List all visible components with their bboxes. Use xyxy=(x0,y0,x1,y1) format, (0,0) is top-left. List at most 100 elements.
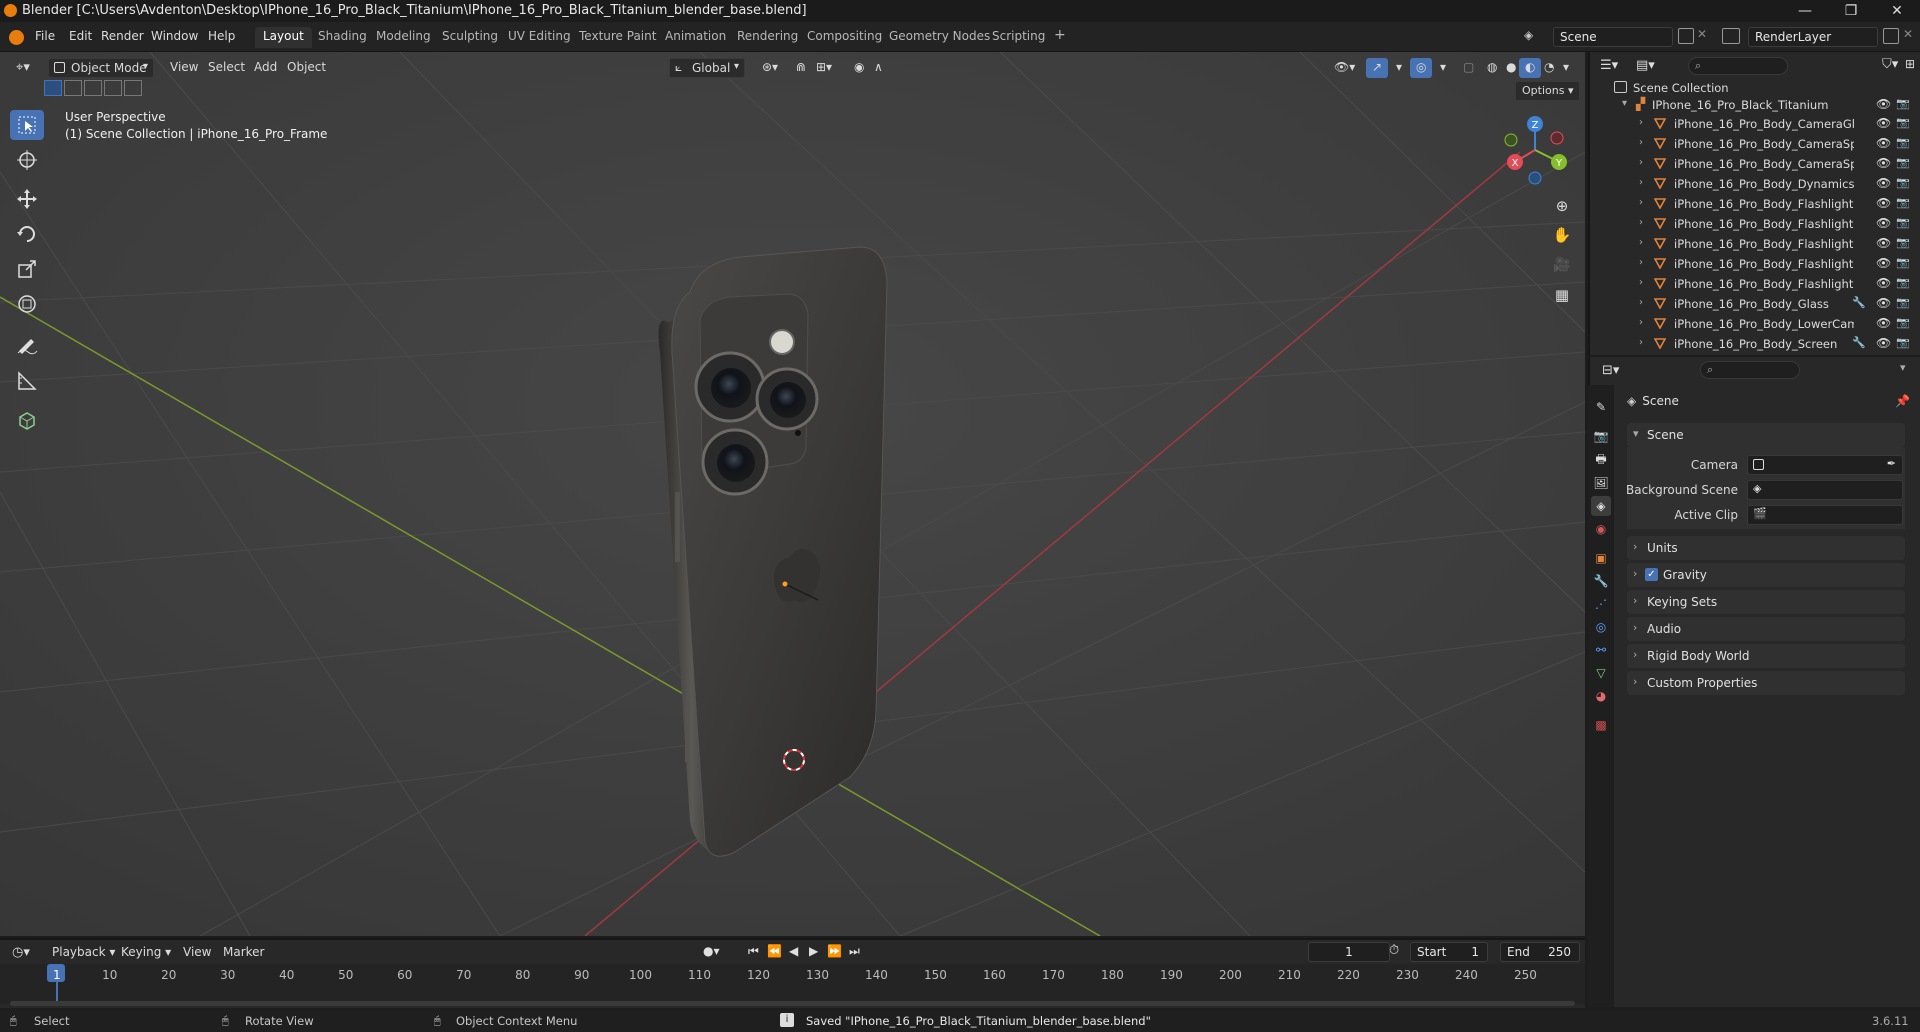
eye-icon[interactable]: 👁 xyxy=(1876,196,1891,210)
expand-chevron-icon[interactable]: › xyxy=(1639,277,1643,288)
outliner-object-row[interactable]: › iPhone_16_Pro_Body_CameraSphere 👁 📷 xyxy=(1590,154,1920,174)
new-view-layer-icon[interactable] xyxy=(1883,28,1899,44)
tab-scripting[interactable]: Scripting xyxy=(984,27,1053,48)
display-mode-icon[interactable]: ▤▾ xyxy=(1636,58,1655,73)
gravity-panel-header[interactable]: › ✓ Gravity xyxy=(1627,563,1905,587)
background-scene-field[interactable]: ◈ xyxy=(1747,480,1903,500)
preview-range-icon[interactable]: ⏱ xyxy=(1389,943,1399,958)
3d-viewport[interactable] xyxy=(0,52,1585,936)
constraints-tab-icon[interactable]: ⚯ xyxy=(1591,640,1611,660)
camera-icon[interactable]: 📷 xyxy=(1896,236,1910,249)
eye-icon[interactable]: 👁 xyxy=(1876,136,1891,150)
snap-target-icon[interactable]: ⊞▾ xyxy=(810,58,838,78)
eye-icon[interactable]: 👁 xyxy=(1876,256,1891,270)
eye-icon[interactable]: 👁 xyxy=(1876,316,1891,330)
select-new-icon[interactable] xyxy=(44,80,62,96)
keying-sets-panel-header[interactable]: › Keying Sets xyxy=(1627,590,1905,614)
expand-chevron-icon[interactable]: › xyxy=(1639,337,1643,348)
scale-tool[interactable] xyxy=(10,254,44,284)
jump-keyframe-forward-icon[interactable]: ⏩ xyxy=(827,944,842,958)
pan-hand-icon[interactable]: ✋ xyxy=(1548,221,1576,249)
rigid-body-world-panel-header[interactable]: › Rigid Body World xyxy=(1627,644,1905,668)
transform-tool[interactable] xyxy=(10,289,44,319)
new-scene-icon[interactable] xyxy=(1678,28,1694,44)
camera-icon[interactable]: 📷 xyxy=(1896,176,1910,189)
camera-icon[interactable]: 📷 xyxy=(1896,196,1910,209)
move-tool[interactable] xyxy=(10,184,44,214)
select-intersect-icon[interactable] xyxy=(124,80,142,96)
current-frame-field[interactable]: 1 xyxy=(1308,942,1390,962)
options-dropdown[interactable]: Options ▾ xyxy=(1515,81,1581,101)
eye-icon[interactable]: 👁 xyxy=(1876,97,1891,111)
cursor-tool[interactable] xyxy=(10,145,44,175)
outliner-object-row[interactable]: › iPhone_16_Pro_Body_Dynamics 👁 📷 xyxy=(1590,174,1920,194)
overlay-toggle-icon[interactable]: ◎ xyxy=(1410,58,1433,78)
tab-geometry-nodes[interactable]: Geometry Nodes xyxy=(881,27,998,48)
play-reverse-icon[interactable]: ◀ xyxy=(789,944,798,958)
menu-view[interactable]: View xyxy=(164,58,204,78)
tool-tab-icon[interactable]: ✎ xyxy=(1591,397,1611,417)
menu-window[interactable]: Window xyxy=(151,29,198,43)
camera-icon[interactable]: 📷 xyxy=(1896,336,1910,349)
camera-icon[interactable]: 📷 xyxy=(1896,276,1910,289)
tab-rendering[interactable]: Rendering xyxy=(729,27,806,48)
collapse-chevron-icon[interactable]: ▾ xyxy=(1622,98,1627,109)
scene-name-field[interactable]: Scene xyxy=(1553,27,1673,47)
outliner-object-row[interactable]: › iPhone_16_Pro_Body_FlashlightGlas 👁 📷 xyxy=(1590,234,1920,254)
close-button[interactable]: ✕ xyxy=(1874,0,1920,22)
menu-select[interactable]: Select xyxy=(202,58,251,78)
expand-chevron-icon[interactable]: › xyxy=(1639,117,1643,128)
camera-icon[interactable]: 📷 xyxy=(1896,136,1910,149)
maximize-button[interactable]: ❐ xyxy=(1828,0,1874,22)
eye-icon[interactable]: 👁 xyxy=(1876,216,1891,230)
select-invert-icon[interactable] xyxy=(104,80,122,96)
jump-keyframe-back-icon[interactable]: ⏪ xyxy=(767,944,782,958)
add-cube-tool[interactable] xyxy=(10,405,44,435)
eye-icon[interactable]: 👁 xyxy=(1876,336,1891,350)
menu-render[interactable]: Render xyxy=(101,29,144,43)
view-layer-field[interactable]: RenderLayer xyxy=(1748,27,1878,47)
add-workspace-button[interactable]: + xyxy=(1046,25,1074,46)
properties-editor-icon[interactable]: ⊟▾ xyxy=(1602,363,1619,378)
expand-chevron-icon[interactable]: › xyxy=(1639,237,1643,248)
shading-dropdown-icon[interactable]: ▾ xyxy=(1557,58,1575,78)
menu-add[interactable]: Add xyxy=(248,58,283,78)
eye-icon[interactable]: 👁 xyxy=(1876,296,1891,310)
xray-toggle-icon[interactable]: ▢ xyxy=(1457,58,1480,78)
overlay-dropdown-icon[interactable]: ▾ xyxy=(1434,58,1452,78)
outliner-object-row[interactable]: › iPhone_16_Pro_Body_CameraSphere 👁 📷 xyxy=(1590,134,1920,154)
eyedropper-icon[interactable]: ✒ xyxy=(1887,457,1896,470)
outliner-object-row[interactable]: › iPhone_16_Pro_Body_CameraGlass 👁 📷 xyxy=(1590,114,1920,134)
menu-help[interactable]: Help xyxy=(208,29,235,43)
outliner-object-row[interactable]: › iPhone_16_Pro_Body_Flashlight 👁 📷 xyxy=(1590,194,1920,214)
tab-layout[interactable]: Layout xyxy=(255,27,312,48)
expand-chevron-icon[interactable]: › xyxy=(1639,317,1643,328)
minimize-button[interactable]: — xyxy=(1782,0,1828,22)
eye-icon[interactable]: 👁 xyxy=(1876,176,1891,190)
object-tab-icon[interactable]: ▣ xyxy=(1591,548,1611,568)
expand-chevron-icon[interactable]: › xyxy=(1639,177,1643,188)
select-extend-icon[interactable] xyxy=(64,80,82,96)
timeline-editor-icon[interactable]: ◷▾ xyxy=(12,945,30,960)
texture-tab-icon[interactable]: ▩ xyxy=(1591,715,1611,735)
menu-marker[interactable]: Marker xyxy=(223,945,264,959)
menu-file[interactable]: File xyxy=(35,29,55,43)
navigation-gizmo[interactable]: Z Y X xyxy=(1495,110,1575,190)
expand-chevron-icon[interactable]: › xyxy=(1639,257,1643,268)
expand-chevron-icon[interactable]: › xyxy=(1639,137,1643,148)
end-frame-field[interactable]: End 250 xyxy=(1500,942,1580,962)
eye-icon[interactable]: 👁 xyxy=(1876,156,1891,170)
expand-chevron-icon[interactable]: › xyxy=(1639,217,1643,228)
jump-end-icon[interactable]: ⏭ xyxy=(849,944,860,959)
menu-object[interactable]: Object xyxy=(281,58,332,78)
outliner-collection-row[interactable]: ▾ ▞ IPhone_16_Pro_Black_Titanium 👁 📷 xyxy=(1590,95,1920,115)
expand-chevron-icon[interactable]: › xyxy=(1639,197,1643,208)
world-tab-icon[interactable]: ◉ xyxy=(1591,519,1611,539)
visibility-selectability-icon[interactable]: 👁▾ xyxy=(1328,58,1361,78)
blender-menu-icon[interactable] xyxy=(9,30,24,45)
tab-modeling[interactable]: Modeling xyxy=(368,27,439,48)
particles-tab-icon[interactable]: ⋰ xyxy=(1591,594,1611,614)
tab-texture-paint[interactable]: Texture Paint xyxy=(571,27,664,48)
tab-uv-editing[interactable]: UV Editing xyxy=(500,27,579,48)
timeline-scrollbar[interactable] xyxy=(10,1001,1575,1006)
